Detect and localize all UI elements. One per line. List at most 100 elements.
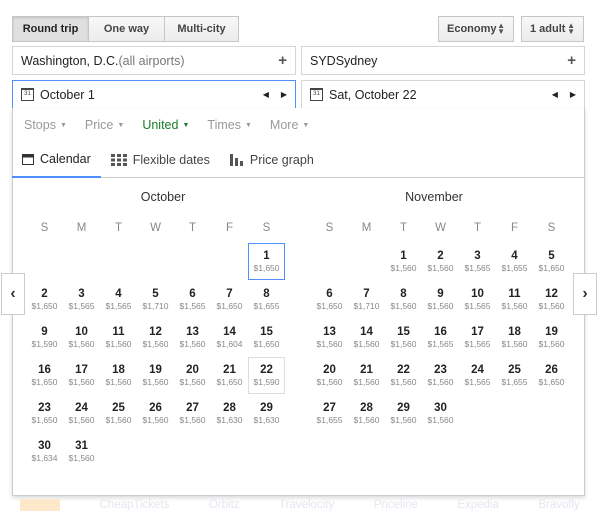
- calendar-day[interactable]: 12 $1,560: [137, 319, 174, 356]
- site-link[interactable]: Kayak: [20, 499, 60, 511]
- calendar-day[interactable]: 25 $1,560: [100, 395, 137, 432]
- calendar-day[interactable]: 24 $1,560: [63, 395, 100, 432]
- calendar-day[interactable]: 12 $1,560: [533, 281, 570, 318]
- calendar-day[interactable]: 16 $1,565: [422, 319, 459, 356]
- prev-date-icon[interactable]: ◀: [552, 90, 558, 99]
- calendar-day[interactable]: 28 $1,560: [348, 395, 385, 432]
- calendar-day[interactable]: 20 $1,560: [174, 357, 211, 394]
- calendar-day[interactable]: 27 $1,560: [174, 395, 211, 432]
- calendar-day[interactable]: 16 $1,650: [26, 357, 63, 394]
- round-trip-button[interactable]: Round trip: [12, 16, 89, 42]
- return-date-field[interactable]: 31 Sat, October 22 ◀ ▶: [301, 80, 585, 109]
- add-destination-icon[interactable]: +: [567, 52, 576, 69]
- filter-airline[interactable]: United ▼: [142, 118, 189, 132]
- calendar-day[interactable]: 31 $1,560: [63, 433, 100, 470]
- calendar-day[interactable]: 15 $1,650: [248, 319, 285, 356]
- calendar-day[interactable]: 17 $1,560: [63, 357, 100, 394]
- calendar-day[interactable]: 13 $1,560: [311, 319, 348, 356]
- calendar-day[interactable]: 18 $1,560: [496, 319, 533, 356]
- calendar-day[interactable]: 20 $1,560: [311, 357, 348, 394]
- calendar-day[interactable]: 25 $1,655: [496, 357, 533, 394]
- calendar-day[interactable]: 7 $1,710: [348, 281, 385, 318]
- calendar-day[interactable]: 8 $1,560: [385, 281, 422, 318]
- calendar-day[interactable]: 23 $1,650: [26, 395, 63, 432]
- site-link[interactable]: CheapTickets: [99, 499, 169, 511]
- calendar-day[interactable]: 4 $1,655: [496, 243, 533, 280]
- calendar-day[interactable]: 26 $1,650: [533, 357, 570, 394]
- calendar-day[interactable]: 10 $1,565: [459, 281, 496, 318]
- filter-price[interactable]: Price ▼: [85, 118, 124, 132]
- calendar-day[interactable]: 11 $1,560: [496, 281, 533, 318]
- day-number: 28: [360, 402, 373, 414]
- calendar-day[interactable]: 22 $1,590: [248, 357, 285, 394]
- calendar-day[interactable]: 23 $1,560: [422, 357, 459, 394]
- multi-city-button[interactable]: Multi-city: [164, 16, 239, 42]
- day-price: $1,630: [253, 415, 280, 425]
- day-price: $1,565: [105, 301, 132, 311]
- calendar-day[interactable]: 24 $1,565: [459, 357, 496, 394]
- site-link[interactable]: Bravofly: [538, 499, 580, 511]
- calendar-day[interactable]: 6 $1,650: [311, 281, 348, 318]
- destination-field[interactable]: SYD Sydney +: [301, 46, 585, 75]
- filter-more[interactable]: More ▼: [270, 118, 309, 132]
- calendar-day[interactable]: 28 $1,630: [211, 395, 248, 432]
- tab-flexible-dates[interactable]: Flexible dates: [101, 143, 220, 177]
- site-link[interactable]: Orbitz: [209, 499, 240, 511]
- calendar-day[interactable]: 11 $1,560: [100, 319, 137, 356]
- calendar-day[interactable]: 19 $1,560: [137, 357, 174, 394]
- calendar-day[interactable]: 5 $1,710: [137, 281, 174, 318]
- calendar-day[interactable]: 1 $1,650: [248, 243, 285, 280]
- site-link[interactable]: Priceline: [374, 499, 418, 511]
- calendar-day[interactable]: 29 $1,560: [385, 395, 422, 432]
- calendar-day[interactable]: 13 $1,560: [174, 319, 211, 356]
- calendar-day[interactable]: 14 $1,604: [211, 319, 248, 356]
- depart-date-field[interactable]: 31 October 1 ◀ ▶: [12, 80, 296, 109]
- calendar-day[interactable]: 3 $1,565: [459, 243, 496, 280]
- prev-date-icon[interactable]: ◀: [263, 90, 269, 99]
- calendar-day[interactable]: 5 $1,650: [533, 243, 570, 280]
- calendar-day[interactable]: 15 $1,560: [385, 319, 422, 356]
- weekday-label: S: [40, 222, 49, 234]
- calendar-day[interactable]: 9 $1,590: [26, 319, 63, 356]
- calendar-day[interactable]: 26 $1,560: [137, 395, 174, 432]
- site-link[interactable]: Expedia: [457, 499, 499, 511]
- passengers-select[interactable]: 1 adult ▲ ▼: [521, 16, 584, 42]
- calendar-day[interactable]: 9 $1,560: [422, 281, 459, 318]
- day-price: $1,560: [538, 339, 565, 349]
- calendar-day[interactable]: 10 $1,560: [63, 319, 100, 356]
- filter-stops[interactable]: Stops ▼: [24, 118, 67, 132]
- tab-calendar[interactable]: Calendar: [12, 142, 101, 178]
- next-date-icon[interactable]: ▶: [281, 90, 287, 99]
- calendar-day[interactable]: 8 $1,655: [248, 281, 285, 318]
- calendar-day[interactable]: 14 $1,560: [348, 319, 385, 356]
- calendar-day[interactable]: 29 $1,630: [248, 395, 285, 432]
- filter-times[interactable]: Times ▼: [207, 118, 252, 132]
- add-origin-icon[interactable]: +: [278, 52, 287, 69]
- calendar-day[interactable]: 19 $1,560: [533, 319, 570, 356]
- tab-price-graph[interactable]: Price graph: [220, 143, 324, 177]
- calendar-day[interactable]: 30 $1,560: [422, 395, 459, 432]
- calendar-day[interactable]: 21 $1,560: [348, 357, 385, 394]
- origin-field[interactable]: Washington, D.C. (all airports) +: [12, 46, 296, 75]
- next-date-icon[interactable]: ▶: [570, 90, 576, 99]
- grid-icon: [110, 153, 127, 166]
- calendar-day[interactable]: 7 $1,650: [211, 281, 248, 318]
- calendar-day[interactable]: 2 $1,560: [422, 243, 459, 280]
- calendar-day[interactable]: 27 $1,655: [311, 395, 348, 432]
- calendar-day[interactable]: 2 $1,650: [26, 281, 63, 318]
- cabin-select[interactable]: Economy ▲ ▼: [438, 16, 514, 42]
- calendar-day[interactable]: 3 $1,565: [63, 281, 100, 318]
- weekday-label: S: [325, 222, 334, 234]
- one-way-button[interactable]: One way: [88, 16, 165, 42]
- calendar-day[interactable]: 17 $1,565: [459, 319, 496, 356]
- calendar-day[interactable]: 22 $1,560: [385, 357, 422, 394]
- calendar-day[interactable]: 1 $1,560: [385, 243, 422, 280]
- site-link[interactable]: Travelocity: [279, 499, 334, 511]
- prev-month-button[interactable]: ‹: [1, 273, 25, 315]
- calendar-day[interactable]: 4 $1,565: [100, 281, 137, 318]
- calendar-day[interactable]: 18 $1,560: [100, 357, 137, 394]
- calendar-day[interactable]: 30 $1,634: [26, 433, 63, 470]
- calendar-day[interactable]: 21 $1,650: [211, 357, 248, 394]
- calendar-day[interactable]: 6 $1,565: [174, 281, 211, 318]
- next-month-button[interactable]: ›: [573, 273, 597, 315]
